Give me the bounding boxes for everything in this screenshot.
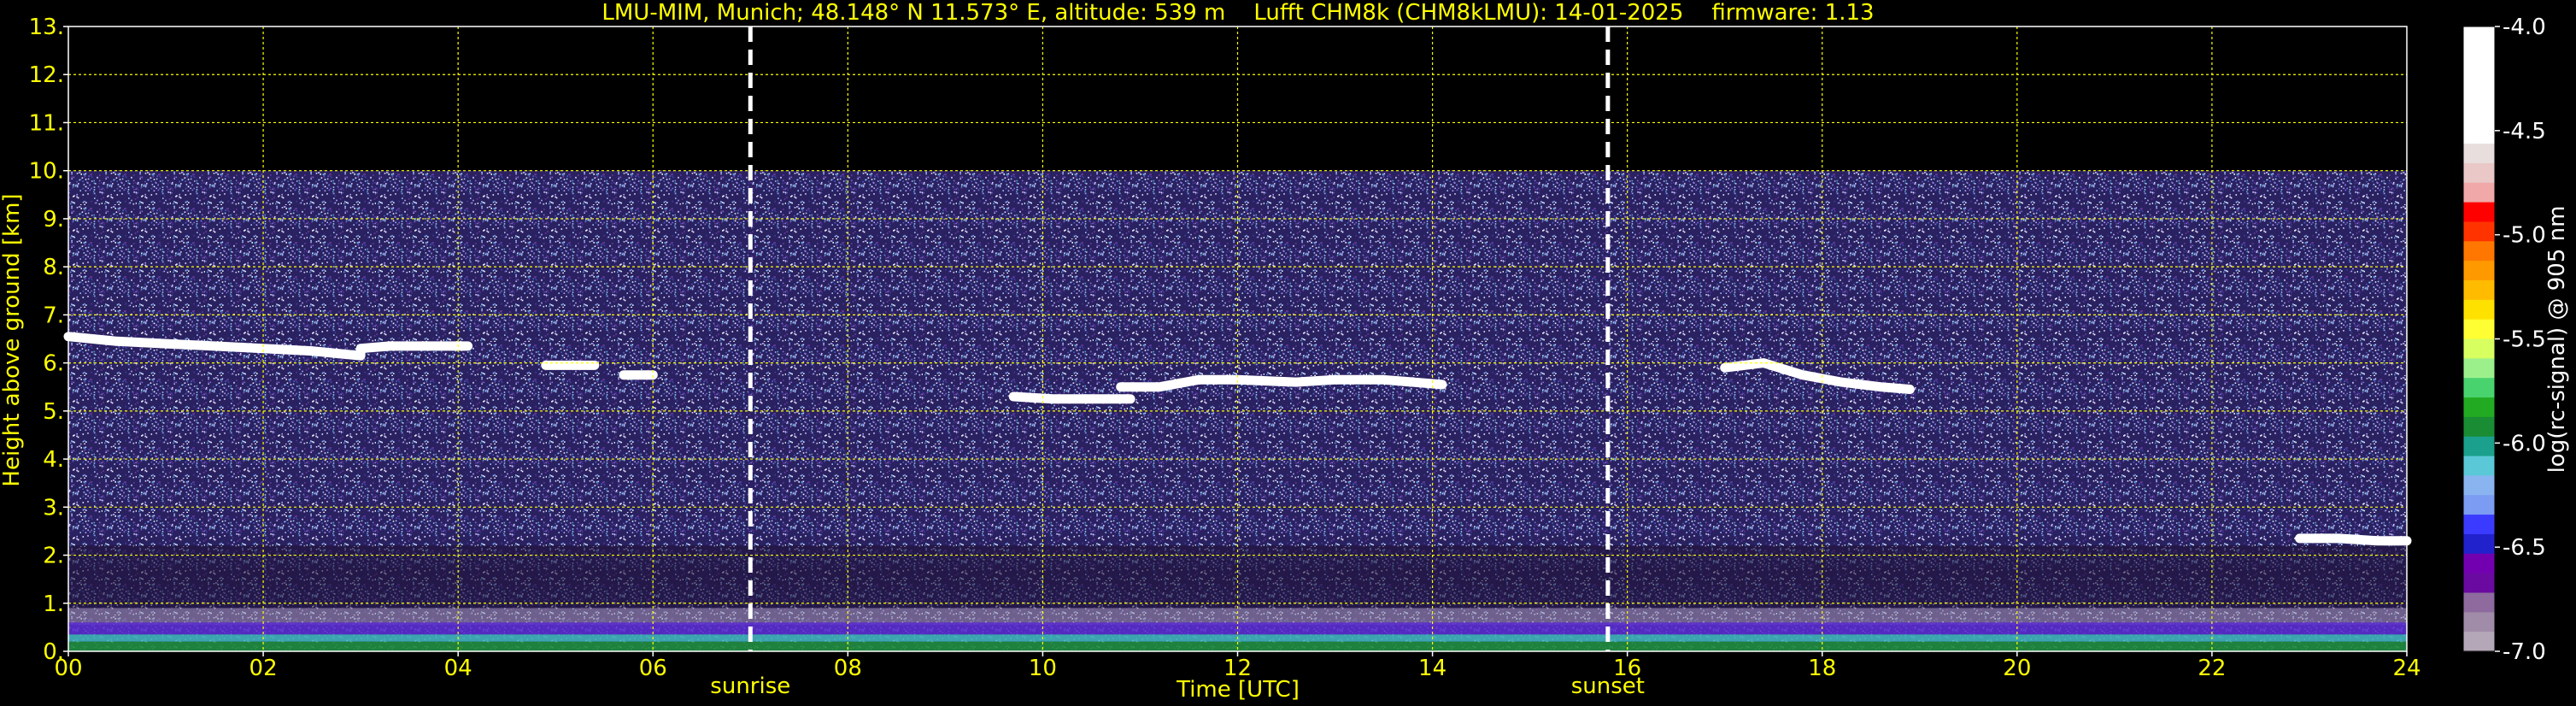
y-tick-label: 9.	[43, 207, 64, 232]
colorbar-swatch	[2463, 475, 2495, 496]
x-tick-label: 20	[2003, 656, 2031, 681]
colorbar-swatch	[2463, 261, 2495, 281]
colorbar-swatch	[2463, 319, 2495, 340]
x-tick-label: 04	[444, 656, 472, 681]
x-tick-label: 02	[249, 656, 278, 681]
ceilometer-chart: sunrise sunset 00 02 04 06 08 10 12 14 16 18 20 22 24…	[0, 0, 2576, 706]
x-tick-label: 22	[2198, 656, 2226, 681]
colorbar-tick-label: -7.0	[2503, 639, 2546, 665]
colorbar-swatch	[2463, 456, 2495, 476]
y-axis-label: Height above ground [km]	[0, 193, 25, 486]
colorbar-swatch	[2463, 358, 2495, 379]
colorbar-swatch	[2463, 416, 2495, 438]
colorbar-tick-label: -5.0	[2503, 223, 2546, 249]
colorbar-swatch	[2463, 573, 2495, 594]
colorbar-swatch	[2463, 436, 2495, 457]
colorbar-swatch	[2463, 612, 2495, 632]
y-tick-label: 0.	[43, 639, 64, 665]
x-tick-label: 24	[2392, 656, 2421, 681]
colorbar-tick-label: -6.5	[2503, 535, 2546, 561]
colorbar-swatch	[2463, 632, 2495, 652]
colorbar-swatch	[2463, 124, 2495, 144]
colorbar-swatch	[2463, 279, 2495, 301]
colorbar-swatch	[2463, 65, 2495, 86]
x-tick-label: 10	[1029, 656, 1057, 681]
colorbar-swatch	[2463, 495, 2495, 515]
y-tick-label: 12.	[29, 62, 64, 88]
y-tick-label: 3.	[43, 495, 64, 521]
y-tick-label: 10.	[29, 159, 64, 185]
y-tick-label: 8.	[43, 255, 64, 280]
colorbar-swatch	[2463, 26, 2495, 47]
colorbar-swatch	[2463, 221, 2495, 242]
cloud-layer-6	[2295, 533, 2412, 546]
y-tick-label: 6.	[43, 351, 64, 377]
x-tick-label: 08	[834, 656, 862, 681]
y-tick-label: 13.	[29, 15, 64, 40]
colorbar-swatch	[2463, 162, 2495, 184]
colorbar-tick-label: -4.0	[2503, 15, 2546, 40]
colorbar-swatch	[2463, 553, 2495, 574]
y-tick-label: 7.	[43, 303, 64, 328]
colorbar-tick-label: -4.5	[2503, 119, 2546, 144]
y-tick-label: 4.	[43, 447, 64, 473]
colorbar-swatch	[2463, 104, 2495, 125]
sunrise-label: sunrise	[710, 674, 790, 699]
colorbar-swatch	[2463, 592, 2495, 613]
colorbar-swatch	[2463, 299, 2495, 321]
colorbar-swatch	[2463, 182, 2495, 203]
colorbar-swatch	[2463, 397, 2495, 418]
colorbar-swatch	[2463, 144, 2495, 164]
y-tick-label: 1.	[43, 591, 64, 617]
colorbar-swatch	[2463, 515, 2495, 535]
colorbar-tick-label: -6.0	[2503, 431, 2546, 456]
y-tick-label: 2.	[43, 544, 64, 569]
x-tick-label: 18	[1808, 656, 1836, 681]
colorbar-swatch	[2463, 241, 2495, 262]
colorbar-swatch	[2463, 45, 2495, 67]
x-tick-label: 06	[639, 656, 667, 681]
x-axis-label: Time [UTC]	[1176, 677, 1300, 703]
colorbar-swatch	[2463, 378, 2495, 398]
chart-title: LMU-MIM, Munich; 48.148° N 11.573° E, al…	[601, 0, 1874, 26]
colorbar-swatch	[2463, 85, 2495, 105]
colorbar-swatch	[2463, 202, 2495, 223]
x-tick-label: 14	[1418, 656, 1446, 681]
y-tick-label: 5.	[43, 399, 64, 425]
cloud-layer-3	[1008, 391, 1135, 404]
colorbar-label: log(rc-signal) @ 905 nm	[2544, 206, 2570, 474]
colorbar-tick-label: -5.5	[2503, 327, 2546, 353]
x-tick-label: 16	[1613, 656, 1641, 681]
colorbar-swatch	[2463, 338, 2495, 359]
colorbar-swatch	[2463, 533, 2495, 555]
y-tick-label: 11.	[29, 110, 64, 136]
